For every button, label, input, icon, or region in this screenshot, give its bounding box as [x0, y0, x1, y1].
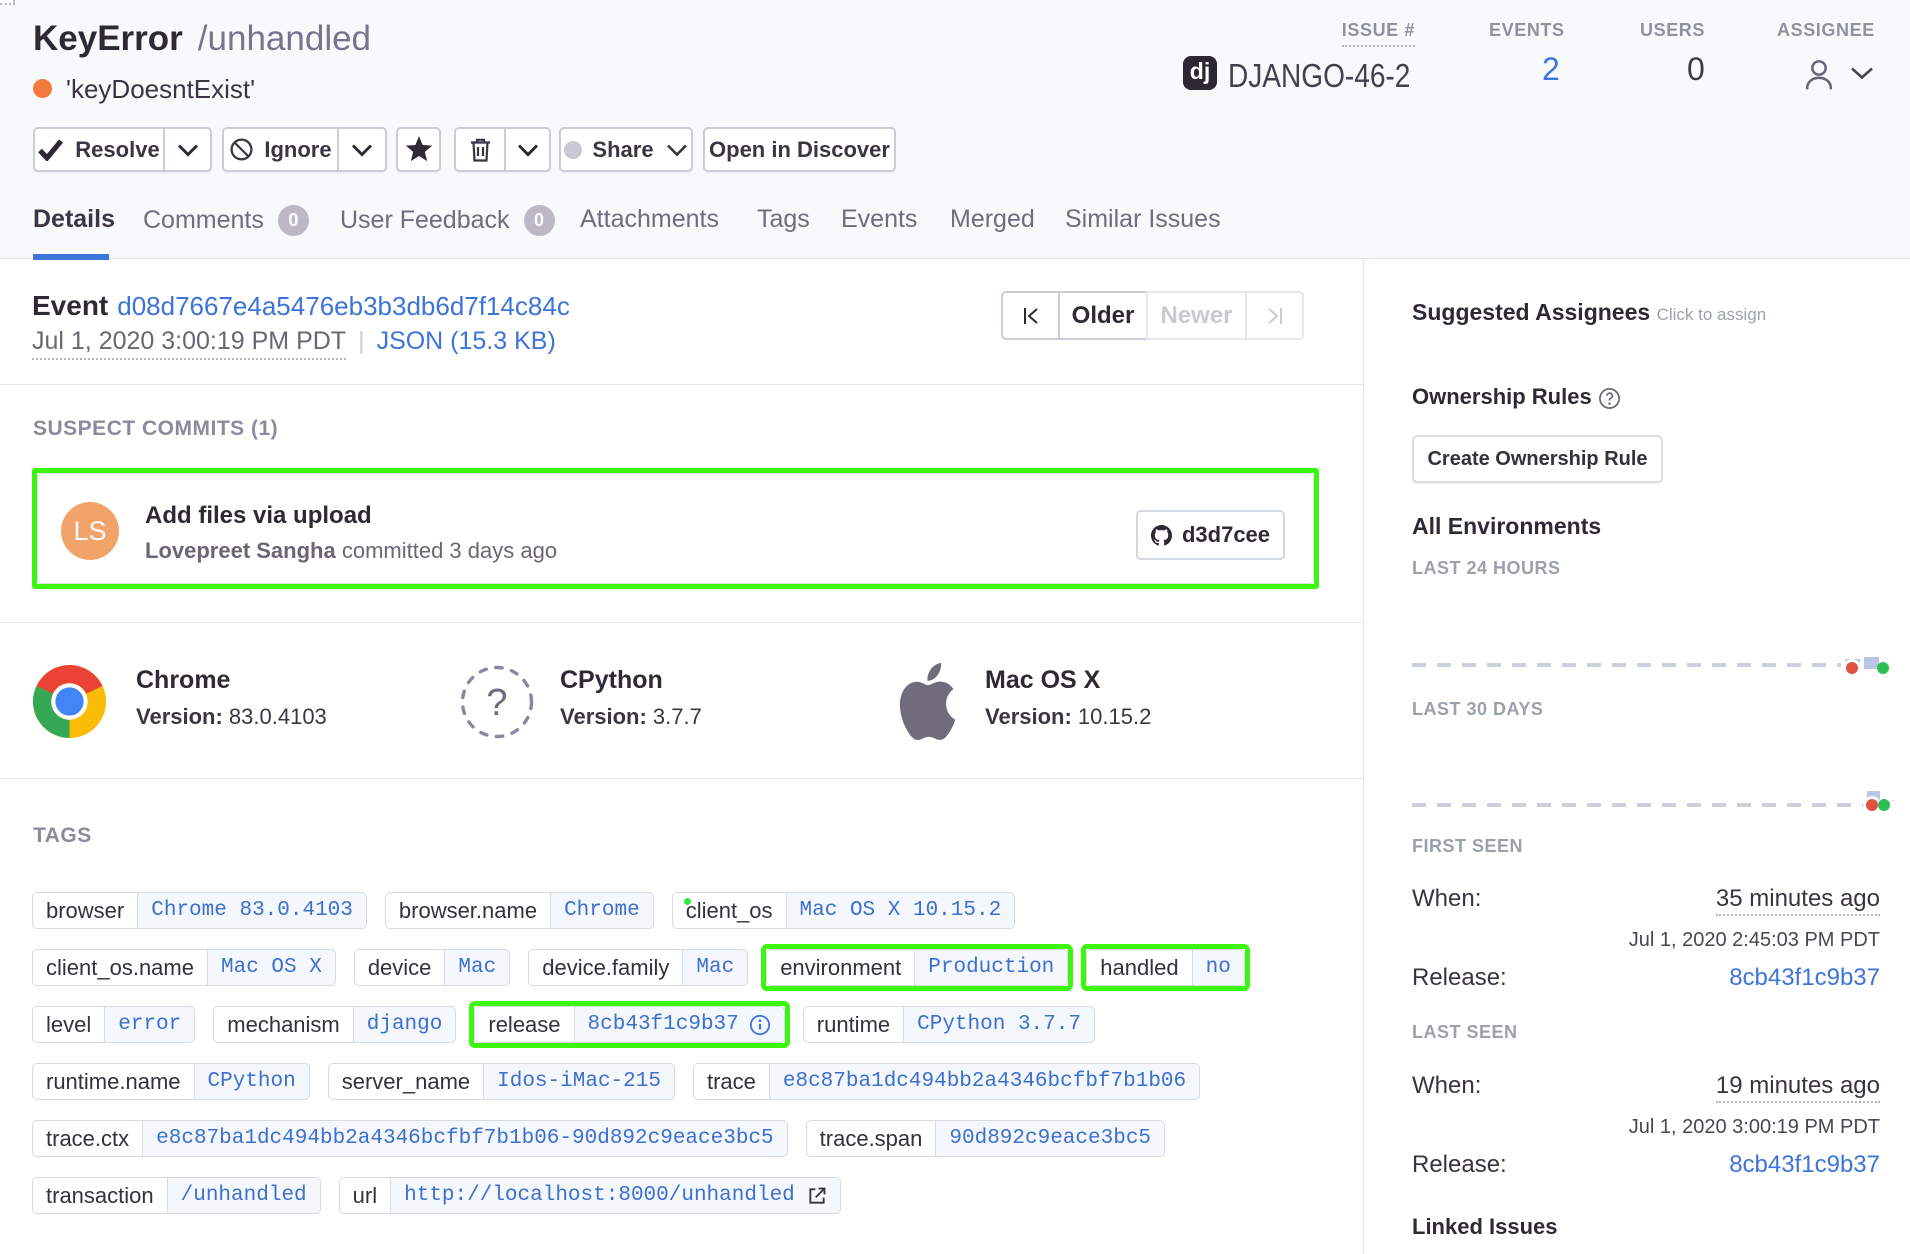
svg-text:?: ?: [486, 682, 507, 724]
